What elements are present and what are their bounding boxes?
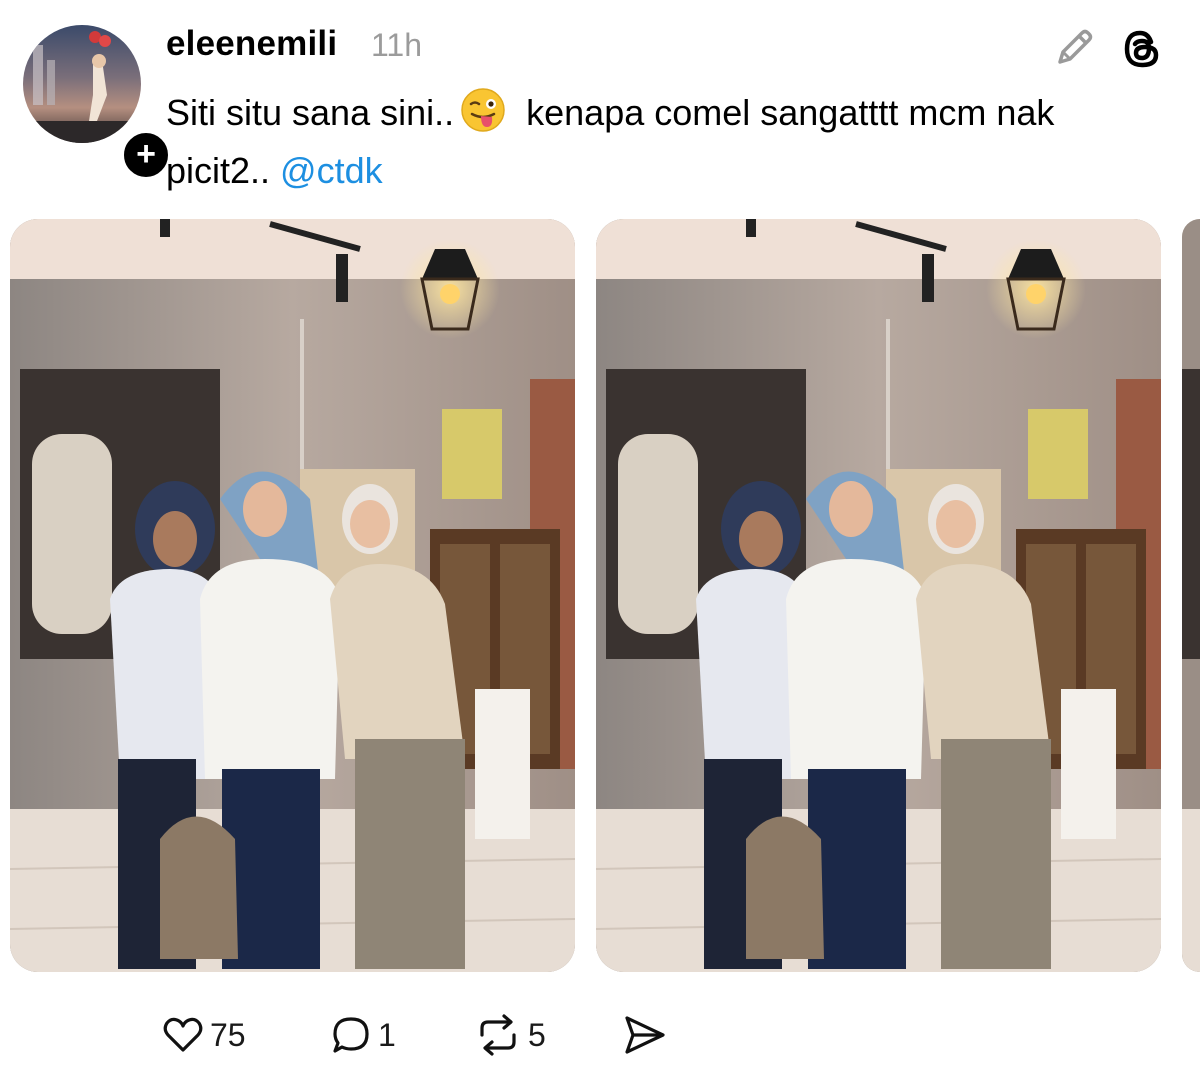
post-text-part1: Siti situ sana sini.. (166, 92, 455, 133)
reply-count: 1 (378, 1016, 396, 1053)
pencil-edit-icon[interactable] (1052, 24, 1098, 70)
threads-logo-icon[interactable] (1118, 25, 1166, 73)
reply-button[interactable]: 1 (330, 1012, 396, 1058)
follow-plus-badge[interactable]: + (120, 129, 172, 181)
post-photo-2[interactable] (596, 219, 1161, 972)
author-avatar[interactable] (23, 25, 141, 143)
winking-face-with-tongue-icon (461, 88, 505, 132)
plus-icon: + (136, 135, 156, 173)
post-action-bar: 75 1 5 (0, 1012, 1200, 1062)
like-button[interactable]: 75 (162, 1012, 246, 1058)
repost-arrows-icon (480, 1014, 516, 1056)
share-button[interactable] (622, 1012, 668, 1058)
post-photo-1[interactable] (10, 219, 575, 972)
speech-bubble-icon (333, 1017, 369, 1053)
author-avatar-container[interactable]: + (23, 25, 172, 181)
heart-icon (163, 1017, 203, 1052)
post-body: Siti situ sana sini.. kenapa comel sanga… (166, 84, 1156, 200)
username[interactable]: eleenemili (166, 24, 337, 64)
post-photo-3-partial[interactable] (1182, 219, 1200, 972)
repost-count: 5 (528, 1016, 546, 1053)
like-count: 75 (210, 1016, 246, 1053)
repost-button[interactable]: 5 (474, 1012, 546, 1058)
user-mention-link[interactable]: @ctdk (280, 150, 383, 191)
post-timestamp: 11h (371, 27, 423, 63)
send-icon (625, 1016, 665, 1054)
